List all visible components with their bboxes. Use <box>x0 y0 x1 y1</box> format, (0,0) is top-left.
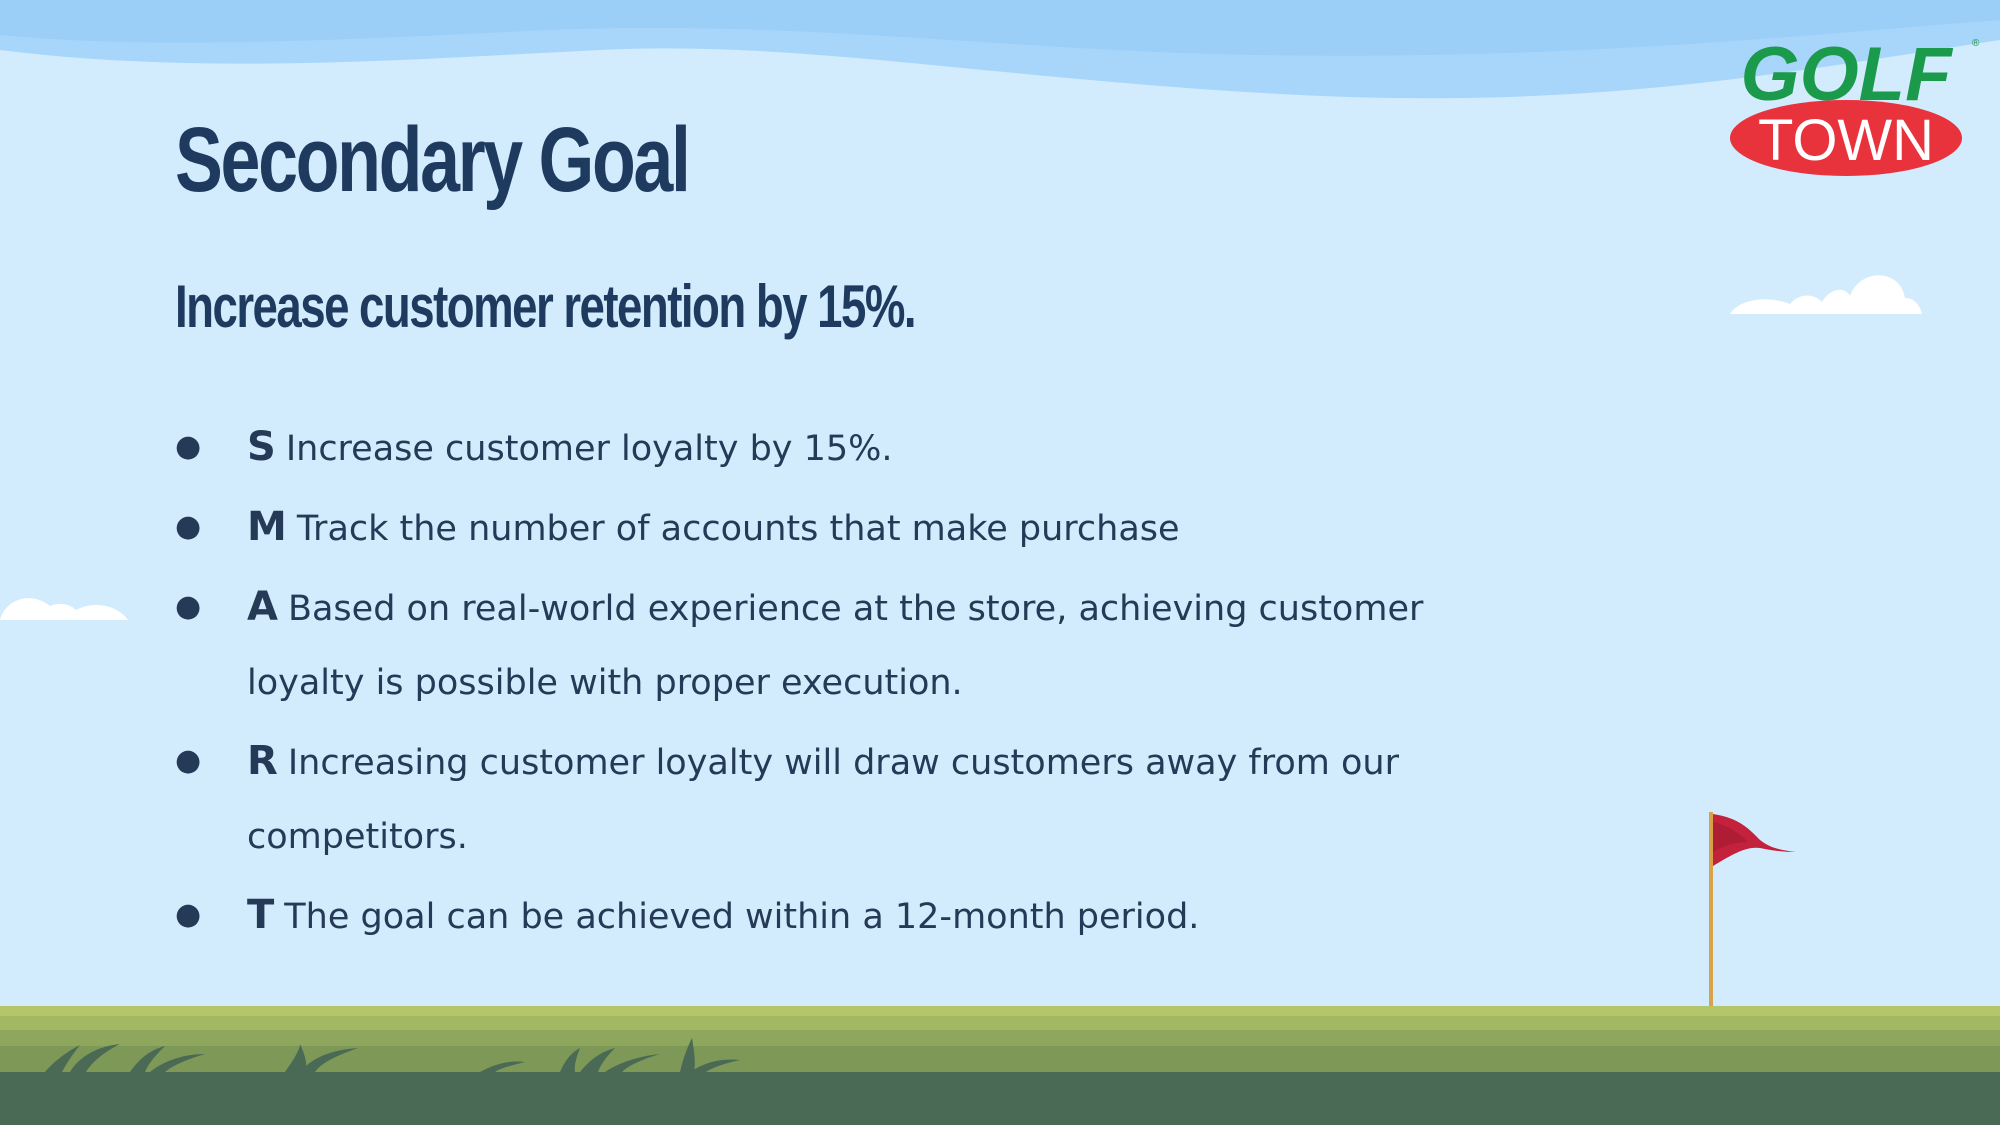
list-item: ● S Increase customer loyalty by 15%. <box>175 410 1475 486</box>
bullet: ● <box>175 429 202 464</box>
bullet: ● <box>175 743 202 778</box>
goal-letter: S <box>247 424 276 470</box>
logo-text-golf: GOLF <box>1740 32 1954 117</box>
goal-text: Track the number of accounts that make p… <box>296 509 1180 549</box>
list-item: ● R Increasing customer loyalty will draw… <box>175 724 1475 874</box>
goal-text: Increasing customer loyalty will draw cu… <box>247 743 1399 857</box>
bullet: ● <box>175 589 202 624</box>
golf-flag-icon <box>1709 812 1796 1008</box>
goal-text: Increase customer loyalty by 15%. <box>285 429 893 469</box>
slide-subtitle: Increase customer retention by 15%. <box>175 273 917 340</box>
list-item: ● A Based on real-world experience at the… <box>175 570 1475 720</box>
cloud-icon <box>1730 275 1922 314</box>
goal-letter: M <box>247 504 287 550</box>
goal-letter: A <box>247 584 278 630</box>
slide-title: Secondary Goal <box>175 109 691 211</box>
sky-wave-decoration <box>0 0 2000 99</box>
goal-text: The goal can be achieved within a 12-mon… <box>284 897 1200 937</box>
bullet: ● <box>175 509 202 544</box>
logo-text-town: TOWN <box>1758 108 1934 173</box>
logo-registered-mark: ® <box>1972 38 1980 49</box>
goal-letter: R <box>247 738 278 784</box>
slide: Secondary Goal Increase customer retenti… <box>0 0 2000 1125</box>
bullet: ● <box>175 897 202 932</box>
list-item: ● M Track the number of accounts that mak… <box>175 490 1475 566</box>
cloud-icon <box>0 598 128 620</box>
grass-ground <box>0 1006 2000 1125</box>
goal-letter: T <box>247 892 275 938</box>
smart-goal-list: ● S Increase customer loyalty by 15%. ● M… <box>175 410 1475 958</box>
goal-text: Based on real-world experience at the st… <box>247 589 1424 703</box>
list-item: ● T The goal can be achieved within a 12-… <box>175 878 1475 954</box>
golf-town-logo: GOLF TOWN ® <box>1730 32 1980 176</box>
